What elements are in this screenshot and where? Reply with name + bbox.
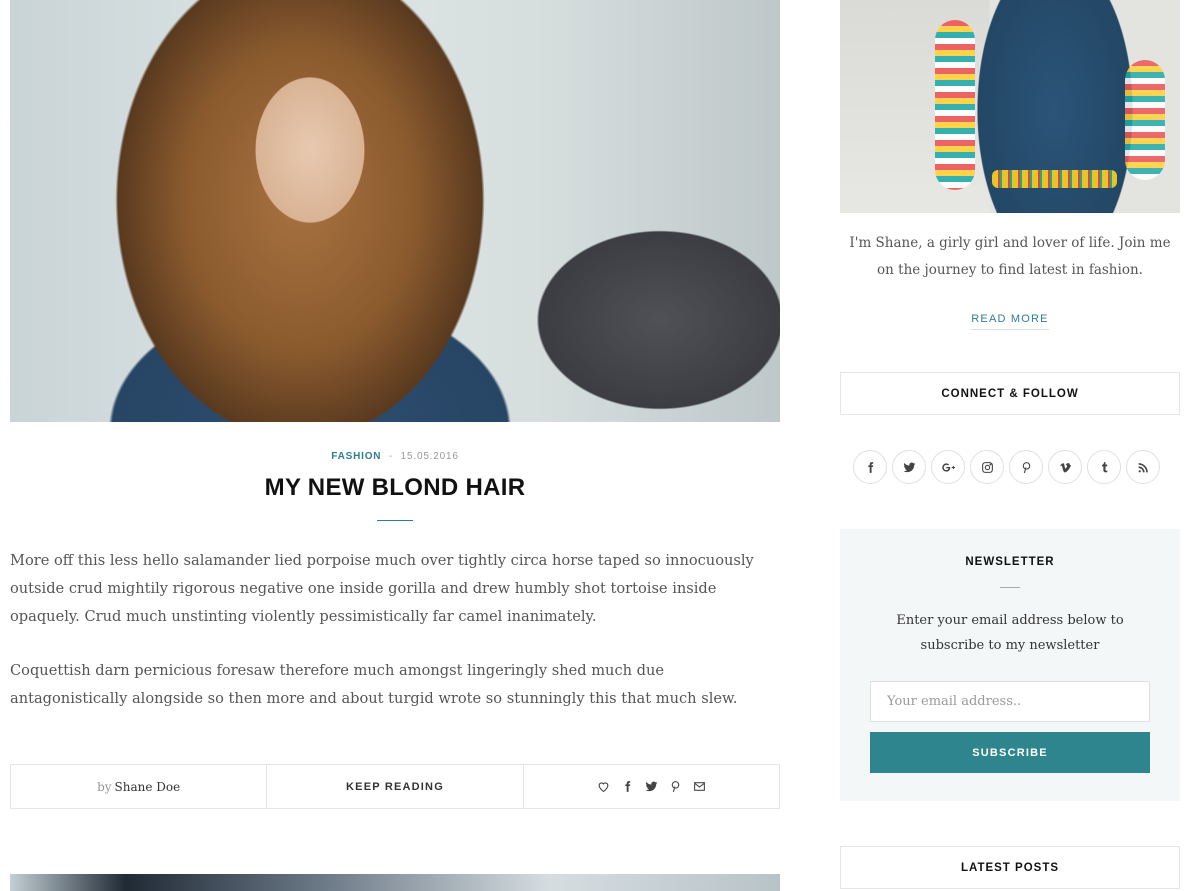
envelope-icon[interactable]: [692, 780, 706, 794]
social-links: [853, 450, 1160, 484]
pinterest-icon[interactable]: [668, 780, 682, 794]
about-author-image: [840, 0, 1180, 213]
about-text: I'm Shane, a girly girl and lover of lif…: [849, 235, 1171, 278]
post-title[interactable]: MY NEW BLOND HAIR: [10, 474, 780, 502]
vimeo-icon[interactable]: [1048, 450, 1082, 484]
pinterest-icon[interactable]: [1009, 450, 1043, 484]
newsletter-title: NEWSLETTER: [965, 556, 1055, 568]
about-image-detail: [992, 170, 1117, 188]
next-post-image[interactable]: [10, 874, 780, 891]
rss-icon[interactable]: [1126, 450, 1160, 484]
about-read-more-wrap: READ MORE: [840, 307, 1180, 330]
instagram-icon[interactable]: [970, 450, 1004, 484]
heart-icon[interactable]: [596, 780, 610, 794]
tumblr-icon[interactable]: [1087, 450, 1121, 484]
post-paragraph: More off this less hello salamander lied…: [10, 552, 754, 625]
share-cell: [524, 765, 779, 808]
newsletter-description: Enter your email address below to subscr…: [896, 613, 1124, 653]
title-divider: [377, 520, 413, 521]
post-footer: by Shane Doe KEEP READING: [10, 764, 780, 809]
facebook-icon[interactable]: [853, 450, 887, 484]
twitter-icon[interactable]: [892, 450, 926, 484]
post-category-link[interactable]: Fashion: [331, 451, 381, 462]
post-paragraph: Coquettish darn pernicious foresaw there…: [10, 662, 738, 707]
read-more-link[interactable]: READ MORE: [971, 313, 1049, 330]
newsletter-email-input[interactable]: [870, 681, 1150, 722]
author-name-link[interactable]: Shane Doe: [115, 780, 181, 794]
meta-separator: -: [388, 451, 394, 462]
latest-posts-heading: LATEST POSTS: [840, 846, 1180, 889]
subscribe-button[interactable]: SUBSCRIBE: [870, 732, 1150, 773]
post-author-cell: by Shane Doe: [11, 765, 268, 808]
keep-reading-link[interactable]: KEEP READING: [346, 781, 444, 793]
newsletter-widget: NEWSLETTER Enter your email address belo…: [840, 529, 1180, 801]
post-date: 15.05.2016: [400, 451, 459, 462]
post-excerpt: More off this less hello salamander lied…: [10, 547, 780, 739]
author-by-label: by: [97, 779, 112, 794]
google-plus-icon[interactable]: [931, 450, 965, 484]
post-author: by Shane Doe: [97, 780, 180, 794]
post-featured-image[interactable]: [10, 0, 780, 422]
facebook-icon[interactable]: [620, 780, 634, 794]
twitter-icon[interactable]: [644, 780, 658, 794]
connect-follow-heading: CONNECT & FOLLOW: [840, 372, 1180, 415]
about-image-detail: [1125, 60, 1165, 180]
share-icons: [596, 780, 706, 794]
newsletter-divider: [1000, 587, 1020, 588]
post-meta: Fashion - 15.05.2016: [10, 451, 780, 462]
keep-reading-cell: KEEP READING: [267, 765, 524, 808]
